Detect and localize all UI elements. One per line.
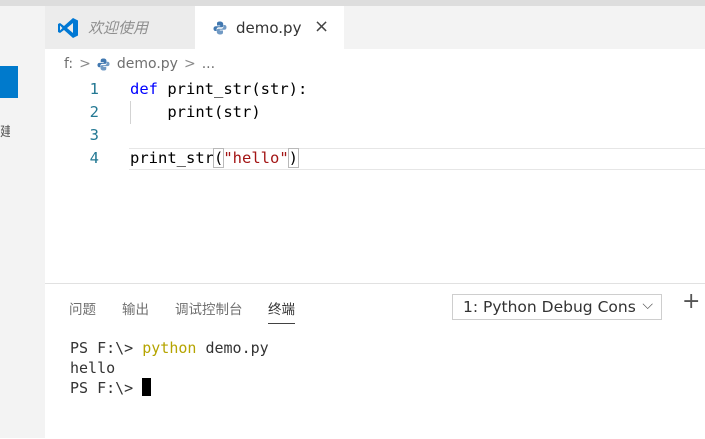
- terminal-prompt: PS F:\>: [70, 379, 143, 397]
- close-paren: ): [287, 148, 300, 168]
- tab-problems[interactable]: 问题: [69, 298, 96, 318]
- line-number: 4: [89, 149, 99, 167]
- close-icon[interactable]: ×: [314, 16, 329, 37]
- breadcrumb-ellipsis[interactable]: ...: [202, 56, 215, 72]
- tab-debug-console[interactable]: 调试控制台: [175, 298, 243, 318]
- terminal-line: PS F:\>: [70, 378, 269, 398]
- sidebar: 建: [0, 6, 45, 438]
- python-icon: [213, 21, 227, 34]
- code-text: print(str): [130, 103, 261, 121]
- sidebar-partial-text: 建: [0, 125, 10, 140]
- breadcrumb-drive[interactable]: f:: [64, 56, 73, 72]
- code-line: 1 def print_str(str):: [45, 78, 705, 101]
- terminal-select[interactable]: 1: Python Debug Console ⌵: [452, 294, 662, 320]
- breadcrumb-file[interactable]: demo.py: [117, 56, 178, 72]
- sidebar-button[interactable]: [0, 66, 18, 98]
- code-line: 3: [45, 124, 705, 147]
- tab-demo-py[interactable]: demo.py ×: [195, 6, 344, 49]
- vscode-icon: [58, 17, 78, 38]
- terminal-cursor: [142, 378, 152, 396]
- tab-welcome[interactable]: 欢迎使用: [45, 6, 195, 49]
- chevron-right-icon: >: [183, 56, 196, 72]
- terminal-line: hello: [70, 359, 116, 377]
- code-text: def print_str(str):: [130, 78, 307, 101]
- tab-welcome-label: 欢迎使用: [88, 19, 149, 37]
- terminal-argument: demo.py: [196, 339, 269, 357]
- code-line: 2 print(str): [45, 101, 705, 124]
- terminal-line: PS F:\> python demo.py: [70, 338, 269, 358]
- terminal-output[interactable]: PS F:\> python demo.py hello PS F:\>: [70, 338, 269, 398]
- chevron-right-icon: >: [79, 56, 91, 72]
- chevron-down-icon: ⌵: [642, 297, 653, 313]
- code-params: (str):: [251, 80, 308, 98]
- terminal-select-value: 1: Python Debug Console: [463, 298, 635, 316]
- python-icon: [97, 57, 110, 71]
- bottom-panel: 问题 输出 调试控制台 终端 1: Python Debug Console ⌵…: [45, 283, 705, 439]
- tab-demo-label: demo.py: [236, 18, 302, 37]
- open-paren: (: [212, 148, 225, 168]
- code-line: 4 print_str("hello"): [45, 147, 705, 170]
- function-name: print_str: [167, 80, 252, 98]
- keyword-def: def: [130, 80, 158, 98]
- breadcrumb: f: > demo.py > ...: [64, 54, 215, 74]
- line-number: 1: [89, 80, 99, 98]
- new-terminal-plus-icon[interactable]: +: [682, 289, 700, 314]
- tab-output[interactable]: 输出: [122, 298, 149, 318]
- terminal-prompt: PS F:\>: [70, 339, 143, 357]
- code-editor[interactable]: 1 def print_str(str): 2 print(str) 3 4 p…: [45, 78, 705, 178]
- string-literal: "hello": [223, 149, 289, 167]
- line-number: 2: [89, 103, 99, 121]
- tab-bar: 欢迎使用 demo.py ×: [45, 6, 705, 49]
- terminal-command: python: [142, 339, 197, 357]
- tab-terminal[interactable]: 终端: [268, 298, 295, 324]
- function-name: print_str: [130, 149, 214, 167]
- code-text: print_str("hello"): [130, 147, 300, 170]
- line-number: 3: [89, 126, 99, 144]
